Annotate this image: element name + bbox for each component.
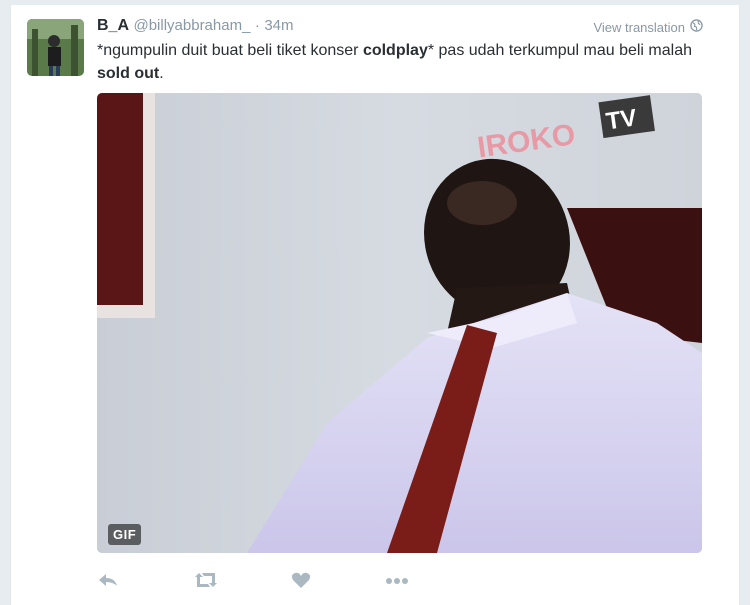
reply-icon[interactable] (97, 571, 119, 594)
tweet-text-segment: *ngumpulin duit buat beli tiket konser (97, 42, 363, 59)
tweet-text-bold: sold out (97, 65, 160, 82)
separator: · (254, 17, 260, 34)
fullname[interactable]: B_A (97, 17, 129, 34)
timestamp[interactable]: 34m (264, 17, 293, 34)
gif-frame: IROKO TV (97, 93, 702, 553)
like-icon[interactable] (291, 571, 311, 594)
view-translation-link[interactable]: View translation (593, 19, 703, 35)
globe-icon (690, 19, 703, 35)
username[interactable]: @billyabbraham_ (133, 17, 250, 34)
tweet-actions (97, 571, 437, 591)
tweet-text: *ngumpulin duit buat beli tiket konser c… (97, 39, 697, 85)
tweet-text-segment: . (159, 65, 164, 82)
more-icon[interactable] (385, 571, 409, 594)
avatar[interactable] (27, 19, 84, 76)
tweet-media-gif[interactable]: IROKO TV GIF (97, 93, 702, 553)
retweet-icon[interactable] (193, 571, 219, 594)
tweet-card[interactable]: B_A @billyabbraham_ · 34m View translati… (10, 5, 740, 605)
tweet-text-segment: * pas udah terkumpul mau beli malah (427, 42, 692, 59)
watermark-tv: TV (604, 104, 638, 135)
tweet-text-bold: coldplay (362, 42, 428, 59)
gif-badge: GIF (108, 524, 142, 545)
tweet-header: B_A @billyabbraham_ · 34m (97, 16, 294, 38)
view-translation-label: View translation (593, 19, 685, 35)
